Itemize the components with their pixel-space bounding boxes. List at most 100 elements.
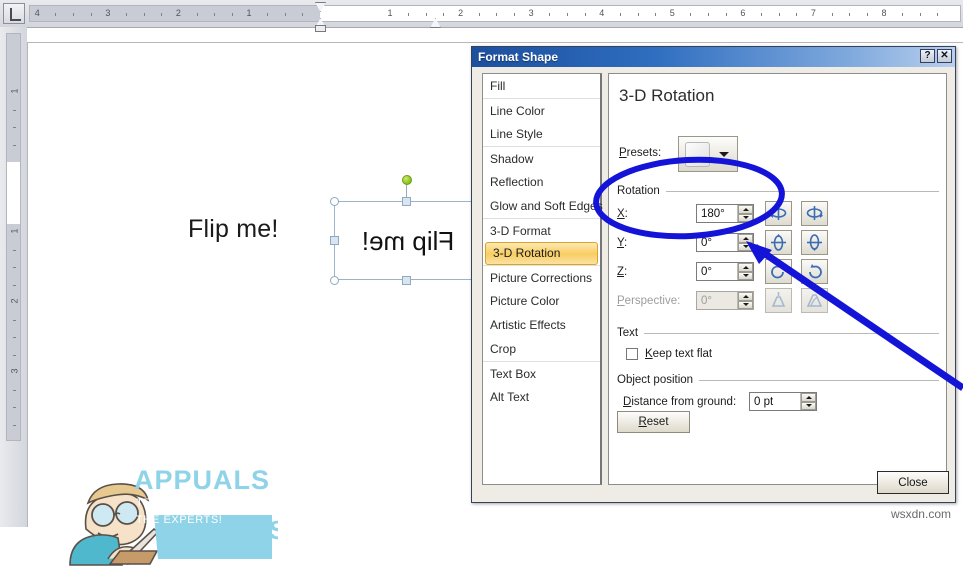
dialog-title-bar[interactable]: Format Shape ? ✕	[472, 47, 955, 67]
sidebar-item-alt-text[interactable]: Alt Text	[483, 385, 600, 409]
sidebar-item-label: Fill	[490, 79, 506, 93]
sidebar-item-crop[interactable]: Crop	[483, 337, 600, 361]
presets-dropdown-button[interactable]	[678, 136, 738, 172]
tab-stop-selector-button[interactable]	[3, 3, 25, 24]
x-rotate-right-icon[interactable]	[801, 201, 828, 226]
x-rotate-left-icon[interactable]	[765, 201, 792, 226]
rotate-handle-icon[interactable]	[402, 175, 412, 185]
format-shape-dialog[interactable]: Format Shape ? ✕ Fill Line Color Line Styl…	[471, 46, 956, 503]
ruler-tick	[725, 13, 727, 16]
rotation-z-spinner[interactable]: 0°	[696, 262, 754, 281]
sidebar-item-glow-and-soft-edges[interactable]: Glow and Soft Edges	[483, 194, 603, 218]
appuals-brand-text: APPUALS	[134, 465, 271, 495]
sidebar-item-picture-color[interactable]: Picture Color	[483, 289, 600, 313]
ruler-tick	[496, 13, 498, 16]
sidebar-item-line-color[interactable]: Line Color	[483, 98, 600, 122]
resize-handle-middle-left[interactable]	[330, 236, 339, 245]
close-button[interactable]: Close	[877, 471, 949, 494]
rotation-x-spinner[interactable]: 180°	[696, 204, 754, 223]
resize-handle-top-left[interactable]	[330, 197, 339, 206]
flipped-text-content: Flip me!	[361, 226, 455, 256]
sidebar-item-3-d-format[interactable]: 3-D Format	[483, 218, 600, 242]
text-group-header: Text	[617, 326, 939, 340]
rotation-x-decrement[interactable]	[738, 213, 753, 222]
group-divider	[644, 332, 939, 334]
distance-decrement[interactable]	[801, 401, 816, 410]
sidebar-item-fill[interactable]: Fill	[483, 74, 600, 98]
ruler-number: 8	[881, 8, 887, 18]
ruler-tick-vertical	[13, 389, 16, 391]
ruler-tick	[443, 13, 445, 16]
text-box-frame[interactable]: Flip me!	[334, 201, 480, 280]
dialog-category-list[interactable]: Fill Line Color Line Style Shadow Reflection…	[482, 73, 603, 485]
rotation-group-label: Rotation	[617, 185, 660, 197]
ruler-tick	[919, 13, 921, 16]
z-rotate-cw-icon[interactable]	[801, 259, 828, 284]
perspective-label: Perspective:	[617, 295, 681, 307]
ruler-tick-vertical	[13, 267, 16, 268]
sidebar-item-shadow[interactable]: Shadow	[483, 146, 600, 170]
sidebar-item-label: Line Color	[490, 104, 545, 118]
vertical-ruler[interactable]: 1 1 2 3	[0, 27, 27, 527]
sidebar-item-label: Line Style	[490, 127, 543, 141]
keep-text-flat-row[interactable]: Keep text flat	[626, 348, 712, 360]
distance-from-ground-value: 0 pt	[754, 395, 774, 408]
word-application-window: 432112345678 1123 Flip me! Flip me! APPU…	[0, 0, 963, 566]
help-button[interactable]: ?	[920, 49, 935, 63]
rotation-x-increment[interactable]	[738, 205, 753, 214]
z-rotate-ccw-icon[interactable]	[765, 259, 792, 284]
ruler-tick-vertical	[13, 144, 16, 146]
rotation-y-decrement[interactable]	[738, 242, 753, 251]
distance-increment[interactable]	[801, 393, 816, 402]
close-icon[interactable]: ✕	[937, 49, 952, 63]
sidebar-item-label: Crop	[490, 342, 517, 356]
vertical-ruler-strip[interactable]: 1 1 2 3	[6, 33, 21, 441]
ruler-tick	[425, 13, 427, 16]
sidebar-item-line-style[interactable]: Line Style	[483, 122, 600, 146]
ruler-tick	[637, 13, 639, 16]
dialog-title-text: Format Shape	[478, 50, 559, 64]
rotation-y-increment[interactable]	[738, 234, 753, 243]
ruler-tick	[302, 13, 304, 16]
ruler-tick	[796, 13, 798, 16]
distance-from-ground-spinner[interactable]: 0 pt	[749, 392, 817, 411]
sidebar-item-picture-corrections[interactable]: Picture Corrections	[483, 265, 600, 289]
y-rotate-up-icon[interactable]	[765, 230, 792, 255]
sidebar-item-reflection[interactable]: Reflection	[483, 170, 600, 194]
sidebar-item-text-box[interactable]: Text Box	[483, 361, 600, 385]
resize-handle-top-center[interactable]	[402, 197, 411, 206]
rotation-z-increment[interactable]	[738, 263, 753, 272]
rotation-z-decrement[interactable]	[738, 271, 753, 280]
horizontal-ruler[interactable]: 4 3 2 1 1 2 3 4 5 6 7 8	[0, 0, 963, 32]
ruler-tick	[73, 13, 75, 16]
presets-label: Presets:	[619, 147, 662, 159]
sidebar-item-3-d-rotation[interactable]: 3-D Rotation	[485, 242, 598, 265]
plain-text-label: Flip me!	[188, 215, 279, 243]
rotation-y-spinner[interactable]: 0°	[696, 233, 754, 252]
reset-button[interactable]: Reset	[617, 411, 690, 433]
y-rotate-down-icon[interactable]	[801, 230, 828, 255]
ruler-tick	[514, 13, 516, 16]
ruler-number-vertical: 3	[9, 368, 20, 374]
ruler-number-vertical: 1	[9, 228, 20, 234]
group-divider	[699, 379, 939, 381]
selected-text-box[interactable]: Flip me!	[330, 175, 483, 285]
rotation-x-row: X: 180°	[617, 201, 937, 226]
ruler-tick	[408, 13, 410, 16]
resize-handle-bottom-left[interactable]	[330, 276, 339, 285]
ruler-tick-vertical	[13, 127, 16, 128]
appuals-tagline-line2: THE EXPERTS!	[136, 514, 223, 526]
ruler-tick	[90, 13, 92, 16]
text-group-label: Text	[617, 327, 639, 339]
sidebar-item-label: Picture Corrections	[490, 271, 593, 285]
reset-button-label: Reset	[638, 416, 669, 428]
sidebar-item-label: 3-D Format	[490, 224, 551, 238]
horizontal-ruler-strip[interactable]: 4 3 2 1 1 2 3 4 5 6 7 8	[29, 2, 961, 32]
resize-handle-bottom-center[interactable]	[402, 276, 411, 285]
left-indent-marker[interactable]	[315, 25, 326, 32]
rotation-z-label: Z:	[617, 266, 628, 278]
rotation-z-row: Z: 0°	[617, 259, 937, 284]
perspective-spinner: 0°	[696, 291, 754, 310]
keep-text-flat-checkbox[interactable]	[626, 348, 638, 360]
sidebar-item-artistic-effects[interactable]: Artistic Effects	[483, 313, 600, 337]
